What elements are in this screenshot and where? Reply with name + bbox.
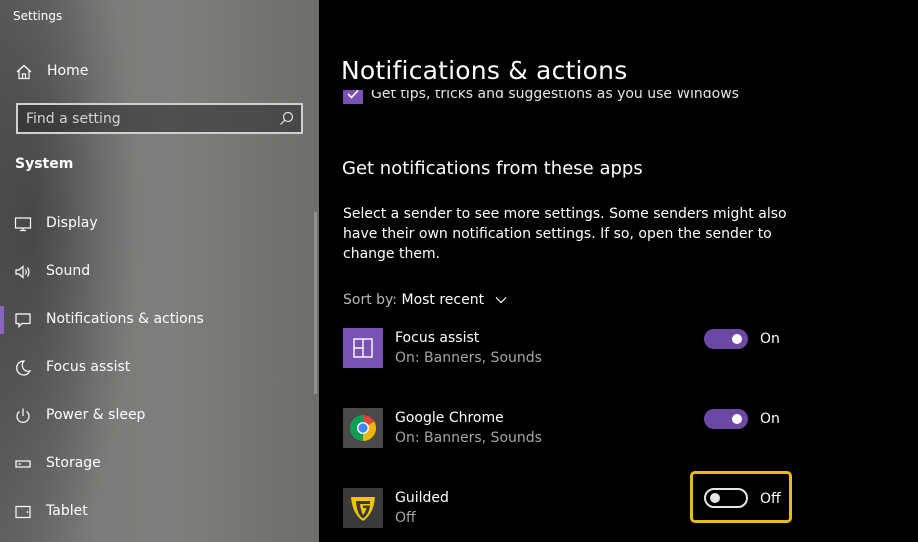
moon-icon	[14, 359, 32, 377]
toggle-knob	[732, 334, 742, 344]
home-icon	[15, 63, 33, 81]
app-name: Google Chrome	[395, 410, 504, 426]
focus-assist-toggle[interactable]	[704, 329, 748, 349]
search-box[interactable]	[16, 103, 303, 134]
toggle-state-label: On	[760, 331, 780, 347]
toggle-knob	[732, 414, 742, 424]
sidebar-item-power-sleep[interactable]: Power & sleep	[0, 396, 316, 436]
google-chrome-toggle[interactable]	[704, 409, 748, 429]
storage-icon	[14, 455, 32, 473]
sidebar: Settings Home System Display	[0, 0, 319, 542]
app-name: Guilded	[395, 490, 449, 506]
window-title: Settings	[13, 9, 63, 23]
active-indicator	[0, 306, 4, 334]
sidebar-item-label: Power & sleep	[46, 407, 146, 423]
sidebar-item-focus-assist[interactable]: Focus assist	[0, 348, 316, 388]
sidebar-item-label: Focus assist	[46, 359, 131, 375]
main-content: Notifications & actions Get tips, tricks…	[319, 0, 918, 542]
sidebar-item-tablet[interactable]: Tablet	[0, 492, 316, 532]
toggle-state-label: On	[760, 411, 780, 427]
display-icon	[14, 215, 32, 233]
sort-dropdown[interactable]: Sort by: Most recent	[343, 292, 507, 308]
focus-highlight-outline	[690, 471, 792, 523]
sidebar-item-label: Display	[46, 215, 98, 231]
section-title-system: System	[15, 156, 74, 172]
tablet-icon	[14, 503, 32, 521]
sidebar-item-notifications[interactable]: Notifications & actions	[0, 300, 316, 340]
app-name: Focus assist	[395, 330, 480, 346]
sidebar-item-label: Notifications & actions	[46, 311, 204, 327]
page-title: Notifications & actions	[341, 56, 638, 85]
search-icon[interactable]	[279, 111, 294, 126]
app-status: On: Banners, Sounds	[395, 350, 542, 366]
focus-assist-icon	[343, 328, 383, 368]
notification-icon	[14, 311, 32, 329]
section-description: Select a sender to see more settings. So…	[343, 206, 787, 262]
home-nav-item[interactable]: Home	[0, 56, 319, 88]
search-input[interactable]	[26, 109, 276, 129]
sidebar-item-storage[interactable]: Storage	[0, 444, 316, 484]
sidebar-item-label: Sound	[46, 263, 91, 279]
section-heading: Get notifications from these apps	[342, 158, 643, 179]
sort-label: Sort by:	[343, 292, 398, 308]
sidebar-item-display[interactable]: Display	[0, 204, 316, 244]
sidebar-scrollbar[interactable]	[314, 212, 317, 394]
sidebar-item-sound[interactable]: Sound	[0, 252, 316, 292]
app-status: Off	[395, 510, 416, 526]
sort-value: Most recent	[401, 292, 485, 308]
chevron-down-icon	[495, 292, 507, 308]
sidebar-item-label: Tablet	[46, 503, 88, 519]
home-label: Home	[47, 63, 89, 79]
guilded-icon	[343, 488, 383, 528]
speaker-icon	[14, 263, 32, 281]
sidebar-item-label: Storage	[46, 455, 101, 471]
app-status: On: Banners, Sounds	[395, 430, 542, 446]
chrome-icon	[343, 408, 383, 448]
power-icon	[14, 407, 32, 425]
